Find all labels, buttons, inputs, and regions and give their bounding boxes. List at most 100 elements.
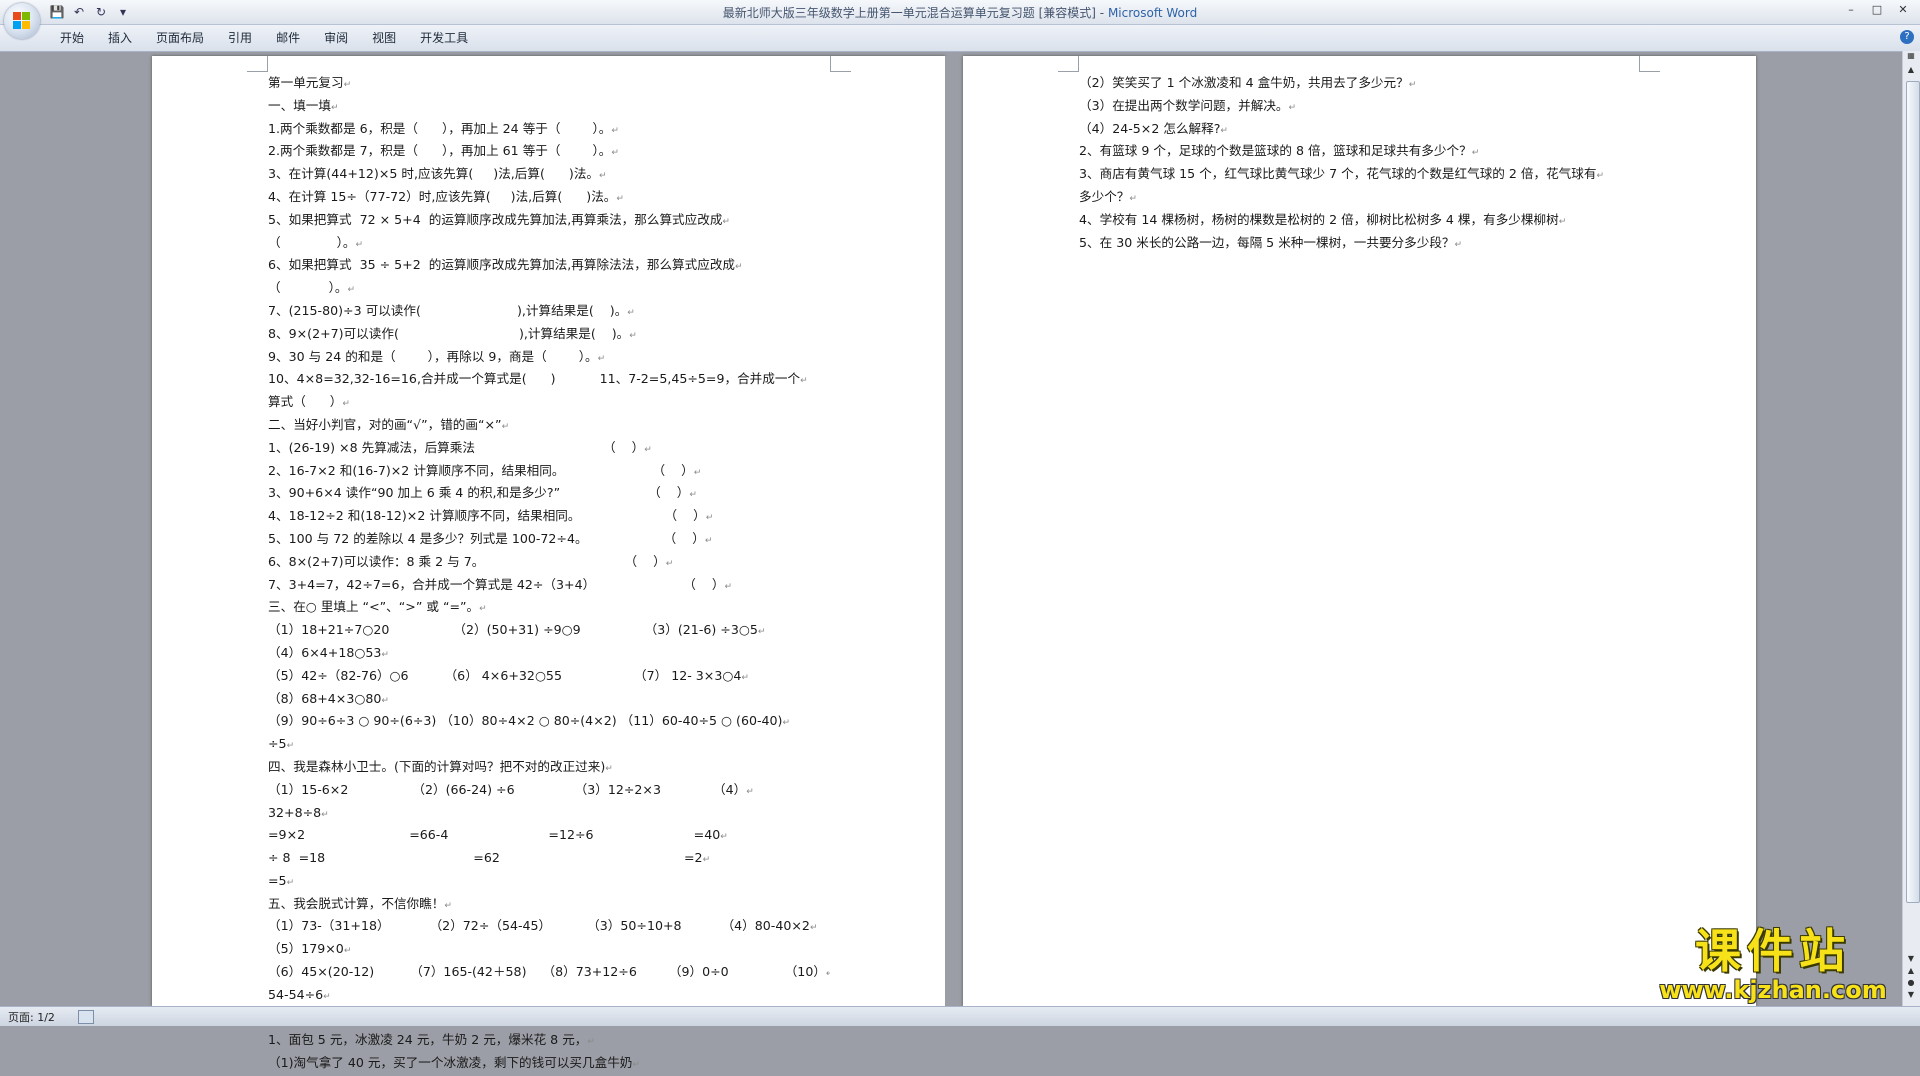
minimize-icon[interactable]: – (1838, 0, 1864, 18)
document-line: 4、在计算 15÷（77-72）时,应该先算( )法,后算( )法。↵ (268, 187, 830, 210)
paragraph-mark-icon: ↵ (782, 718, 791, 729)
language-icon[interactable] (78, 1010, 94, 1024)
page-gap (945, 56, 963, 1006)
help-icon[interactable]: ? (1900, 30, 1914, 44)
tab-references[interactable]: 引用 (216, 25, 264, 51)
paragraph-mark-icon: ↵ (825, 969, 830, 980)
line-text: 4、18-12÷2 和(18-12)×2 计算顺序不同，结果相同。 （ ） (268, 508, 706, 524)
window-title: 最新北师大版三年级数学上册第一单元混合运算单元复习题 [兼容模式] - Micr… (0, 4, 1920, 21)
page-count[interactable]: 页面: 1/2 (8, 1009, 55, 1025)
line-text: （1）73-（31+18） （2）72÷（54-45） （3）50÷10+8 （… (268, 918, 810, 934)
paragraph-mark-icon: ↵ (479, 604, 487, 615)
line-text: （ ）。 (268, 280, 348, 296)
paragraph-mark-icon: ↵ (444, 900, 452, 911)
document-line: （ ）。↵ (268, 233, 830, 256)
document-line: 9、30 与 24 的和是（ ），再除以 9，商是（ ）。↵ (268, 347, 830, 370)
tab-home[interactable]: 开始 (48, 25, 96, 51)
document-line: （3）在提出两个数学问题，并解决。↵ (1079, 96, 1639, 119)
paragraph-mark-icon: ↵ (501, 421, 510, 432)
watermark-url: www.kjzhan.com (1659, 976, 1887, 1004)
paragraph-mark-icon: ↵ (644, 444, 652, 455)
line-text: （1）15-6×2 （2）(66-24) ÷6 （3）12÷2×3 （4） (268, 781, 747, 797)
next-page-icon[interactable]: ▼ (1903, 990, 1919, 1002)
document-name: 最新北师大版三年级数学上册第一单元混合运算单元复习题 [兼容模式] (722, 6, 1096, 20)
window-controls: – □ ✕ (1838, 0, 1916, 18)
paragraph-mark-icon: ↵ (597, 353, 606, 364)
paragraph-mark-icon: ↵ (629, 330, 637, 341)
line-text: 四、我是森林小卫士。(下面的计算对吗？把不对的改正过来) (268, 758, 606, 774)
line-text: 五、我会脱式计算，不信你瞧！ (268, 895, 445, 911)
app-name: Microsoft Word (1107, 6, 1198, 20)
tab-review[interactable]: 审阅 (312, 25, 360, 51)
crop-mark (1058, 56, 1079, 72)
paragraph-mark-icon: ↵ (587, 1037, 595, 1048)
paragraph-mark-icon: ↵ (381, 649, 389, 660)
tab-view[interactable]: 视图 (360, 25, 408, 51)
document-line: 二、当好小判官，对的画“√”，错的画“×”↵ (268, 415, 830, 438)
close-icon[interactable]: ✕ (1890, 0, 1916, 18)
document-line: 5、在 30 米长的公路一边，每隔 5 米种一棵树，一共要分多少段？↵ (1079, 233, 1639, 256)
tab-developer[interactable]: 开发工具 (408, 25, 480, 51)
paragraph-mark-icon: ↵ (722, 216, 730, 227)
office-button[interactable] (4, 3, 40, 39)
document-line: （8）68+4×3○80↵ (268, 689, 830, 712)
document-line: 四、我是森林小卫士。(下面的计算对吗？把不对的改正过来)↵ (268, 757, 830, 780)
document-line: （4）24-5×2 怎么解释?↵ (1079, 119, 1639, 142)
maximize-icon[interactable]: □ (1864, 0, 1890, 18)
tab-page-layout[interactable]: 页面布局 (144, 25, 216, 51)
document-line: （5）42÷（82-76）○6 （6） 4×6+32○55 （7） 12- 3×… (268, 666, 830, 689)
paragraph-mark-icon: ↵ (616, 193, 624, 204)
line-text: 10、4×8=32,32-16=16,合并成一个算式是( ) 11、7-2=5,… (268, 371, 801, 387)
document-line: 8、9×(2+7)可以读作( ),计算结果是( )。↵ (268, 324, 830, 347)
paragraph-mark-icon: ↵ (323, 991, 331, 1002)
line-text: =9×2 =66-4 =12÷6 =40 (268, 827, 721, 843)
document-line: 4、学校有 14 棵杨树，杨树的棵数是松树的 2 倍，柳树比松树多 4 棵，有多… (1079, 210, 1639, 233)
line-text: （2）笑笑买了 1 个冰激凌和 4 盒牛奶，共用去了多少元？ (1079, 75, 1409, 90)
scroll-up-icon[interactable]: ▲ (1903, 65, 1919, 79)
paragraph-mark-icon: ↵ (1220, 125, 1228, 136)
paragraph-mark-icon: ↵ (665, 558, 674, 569)
document-line: （5）179×0↵ (268, 939, 830, 962)
document-line: 3、在计算(44+12)×5 时,应该先算( )法,后算( )法。↵ (268, 164, 830, 187)
paragraph-mark-icon: ↵ (343, 946, 352, 957)
line-text: （1)淘气拿了 40 元，买了一个冰激凌，剩下的钱可以买几盒牛奶 (268, 1055, 633, 1071)
paragraph-mark-icon: ↵ (627, 307, 635, 318)
select-browse-object-icon[interactable]: ● (1903, 978, 1919, 990)
paragraph-mark-icon: ↵ (1471, 148, 1480, 159)
ruler-toggle-icon[interactable]: ▦ (1903, 51, 1919, 65)
scroll-down-icon[interactable]: ▼ (1903, 954, 1919, 966)
paragraph-mark-icon: ↵ (632, 1060, 640, 1071)
vertical-scrollbar[interactable]: ▦ ▲ ▼ ▲ ● ▼ (1902, 51, 1920, 1006)
prev-page-icon[interactable]: ▲ (1903, 966, 1919, 978)
crop-mark (830, 56, 851, 72)
paragraph-mark-icon: ↵ (800, 376, 808, 387)
paragraph-mark-icon: ↵ (1596, 171, 1605, 182)
document-line: 1、(26-19) ×8 先算减法，后算乘法 （ ）↵ (268, 438, 830, 461)
line-text: 多少个？ (1079, 188, 1130, 204)
document-line: 6、8×(2+7)可以读作：8 乘 2 与 7。 （ ）↵ (268, 552, 830, 575)
document-page-2[interactable]: （2）笑笑买了 1 个冰激凌和 4 盒牛奶，共用去了多少元？↵ （3）在提出两个数… (963, 56, 1756, 1006)
line-text: 第一单元复习 (268, 75, 344, 90)
document-line: 三、在○ 里填上 “<”、“>” 或 “=”。↵ (268, 597, 830, 620)
line-text: 2.两个乘数都是 7，积是（ ），再加上 61 等于（ ）。 (268, 143, 612, 159)
paragraph-mark-icon: ↵ (611, 125, 619, 136)
tab-mailings[interactable]: 邮件 (264, 25, 312, 51)
paragraph-mark-icon: ↵ (343, 80, 352, 90)
paragraph-mark-icon: ↵ (1288, 102, 1297, 113)
document-line: （1）18+21÷7○20 （2）(50+31) ÷9○9 （3）(21-6) … (268, 620, 830, 643)
line-text: 9、30 与 24 的和是（ ），再除以 9，商是（ ）。 (268, 348, 598, 364)
line-text: 3、商店有黄气球 15 个，红气球比黄气球少 7 个，花气球的个数是红气球的 2… (1079, 166, 1597, 182)
document-line: ÷5↵ (268, 734, 830, 757)
document-page-1[interactable]: 第一单元复习↵ 一、填一填↵ 1.两个乘数都是 6，积是（ ），再加上 24 等于（… (152, 56, 945, 1070)
line-text: （ ）。 (268, 234, 356, 250)
tab-insert[interactable]: 插入 (96, 25, 144, 51)
paragraph-mark-icon: ↵ (330, 102, 339, 113)
paragraph-mark-icon: ↵ (321, 809, 329, 820)
document-line: 3、商店有黄气球 15 个，红气球比黄气球少 7 个，花气球的个数是红气球的 2… (1079, 164, 1639, 187)
document-line: （1）73-（31+18） （2）72÷（54-45） （3）50÷10+8 （… (268, 916, 830, 939)
line-text: 三、在○ 里填上 “<”、“>” 或 “=”。 (268, 599, 480, 615)
line-text: ÷ 8 =18 =62 =2 (268, 850, 703, 866)
document-line: 4、18-12÷2 和(18-12)×2 计算顺序不同，结果相同。 （ ）↵ (268, 506, 830, 529)
document-line: =9×2 =66-4 =12÷6 =40↵ (268, 825, 830, 848)
scrollbar-thumb[interactable] (1906, 81, 1920, 903)
